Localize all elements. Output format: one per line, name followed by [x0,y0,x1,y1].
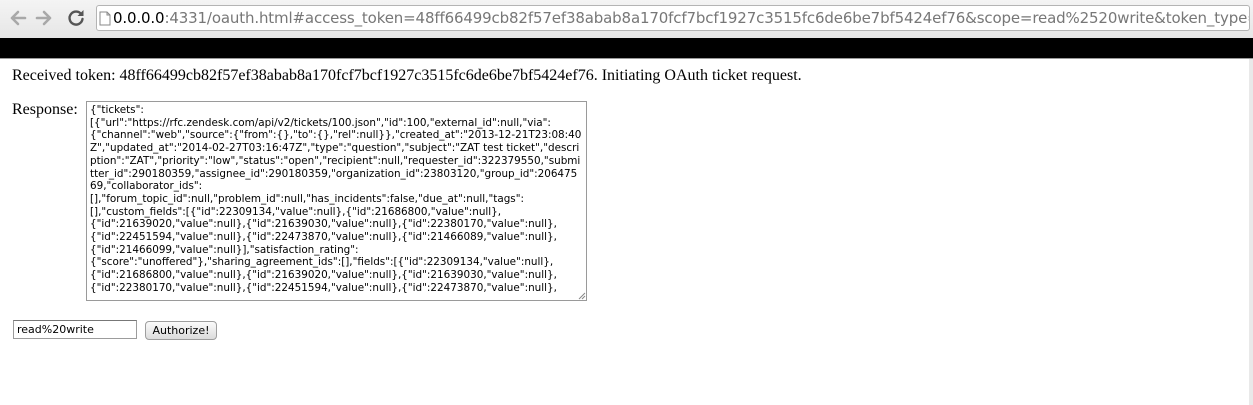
browser-toolbar: 0.0.0.0:4331/oauth.html#access_token=48f… [0,0,1253,38]
address-url: 0.0.0.0:4331/oauth.html#access_token=48f… [113,9,1250,27]
url-host: 0.0.0.0 [113,9,165,27]
response-textarea[interactable]: {"tickets": [{"url":"https://rfc.zendesk… [86,101,587,301]
response-label: Response: [12,101,78,118]
scope-input[interactable] [13,320,137,339]
resize-grip-icon[interactable] [576,290,586,300]
forward-button[interactable] [32,6,56,30]
back-arrow-icon [10,10,27,26]
received-token-text: Received token: 48ff66499cb82f57ef38abab… [12,67,802,84]
forward-arrow-icon [35,10,52,26]
page-icon [99,6,111,30]
address-bar[interactable]: 0.0.0.0:4331/oauth.html#access_token=48f… [96,5,1250,31]
chrome-divider [0,58,1253,59]
bookmarks-bar [0,38,1253,58]
url-path: :4331/oauth.html#access_token=48ff66499c… [164,9,1250,27]
reload-icon [68,10,84,26]
authorize-button[interactable]: Authorize! [145,321,217,340]
window-edge [1249,59,1253,405]
back-button[interactable] [6,6,30,30]
reload-button[interactable] [64,6,88,30]
